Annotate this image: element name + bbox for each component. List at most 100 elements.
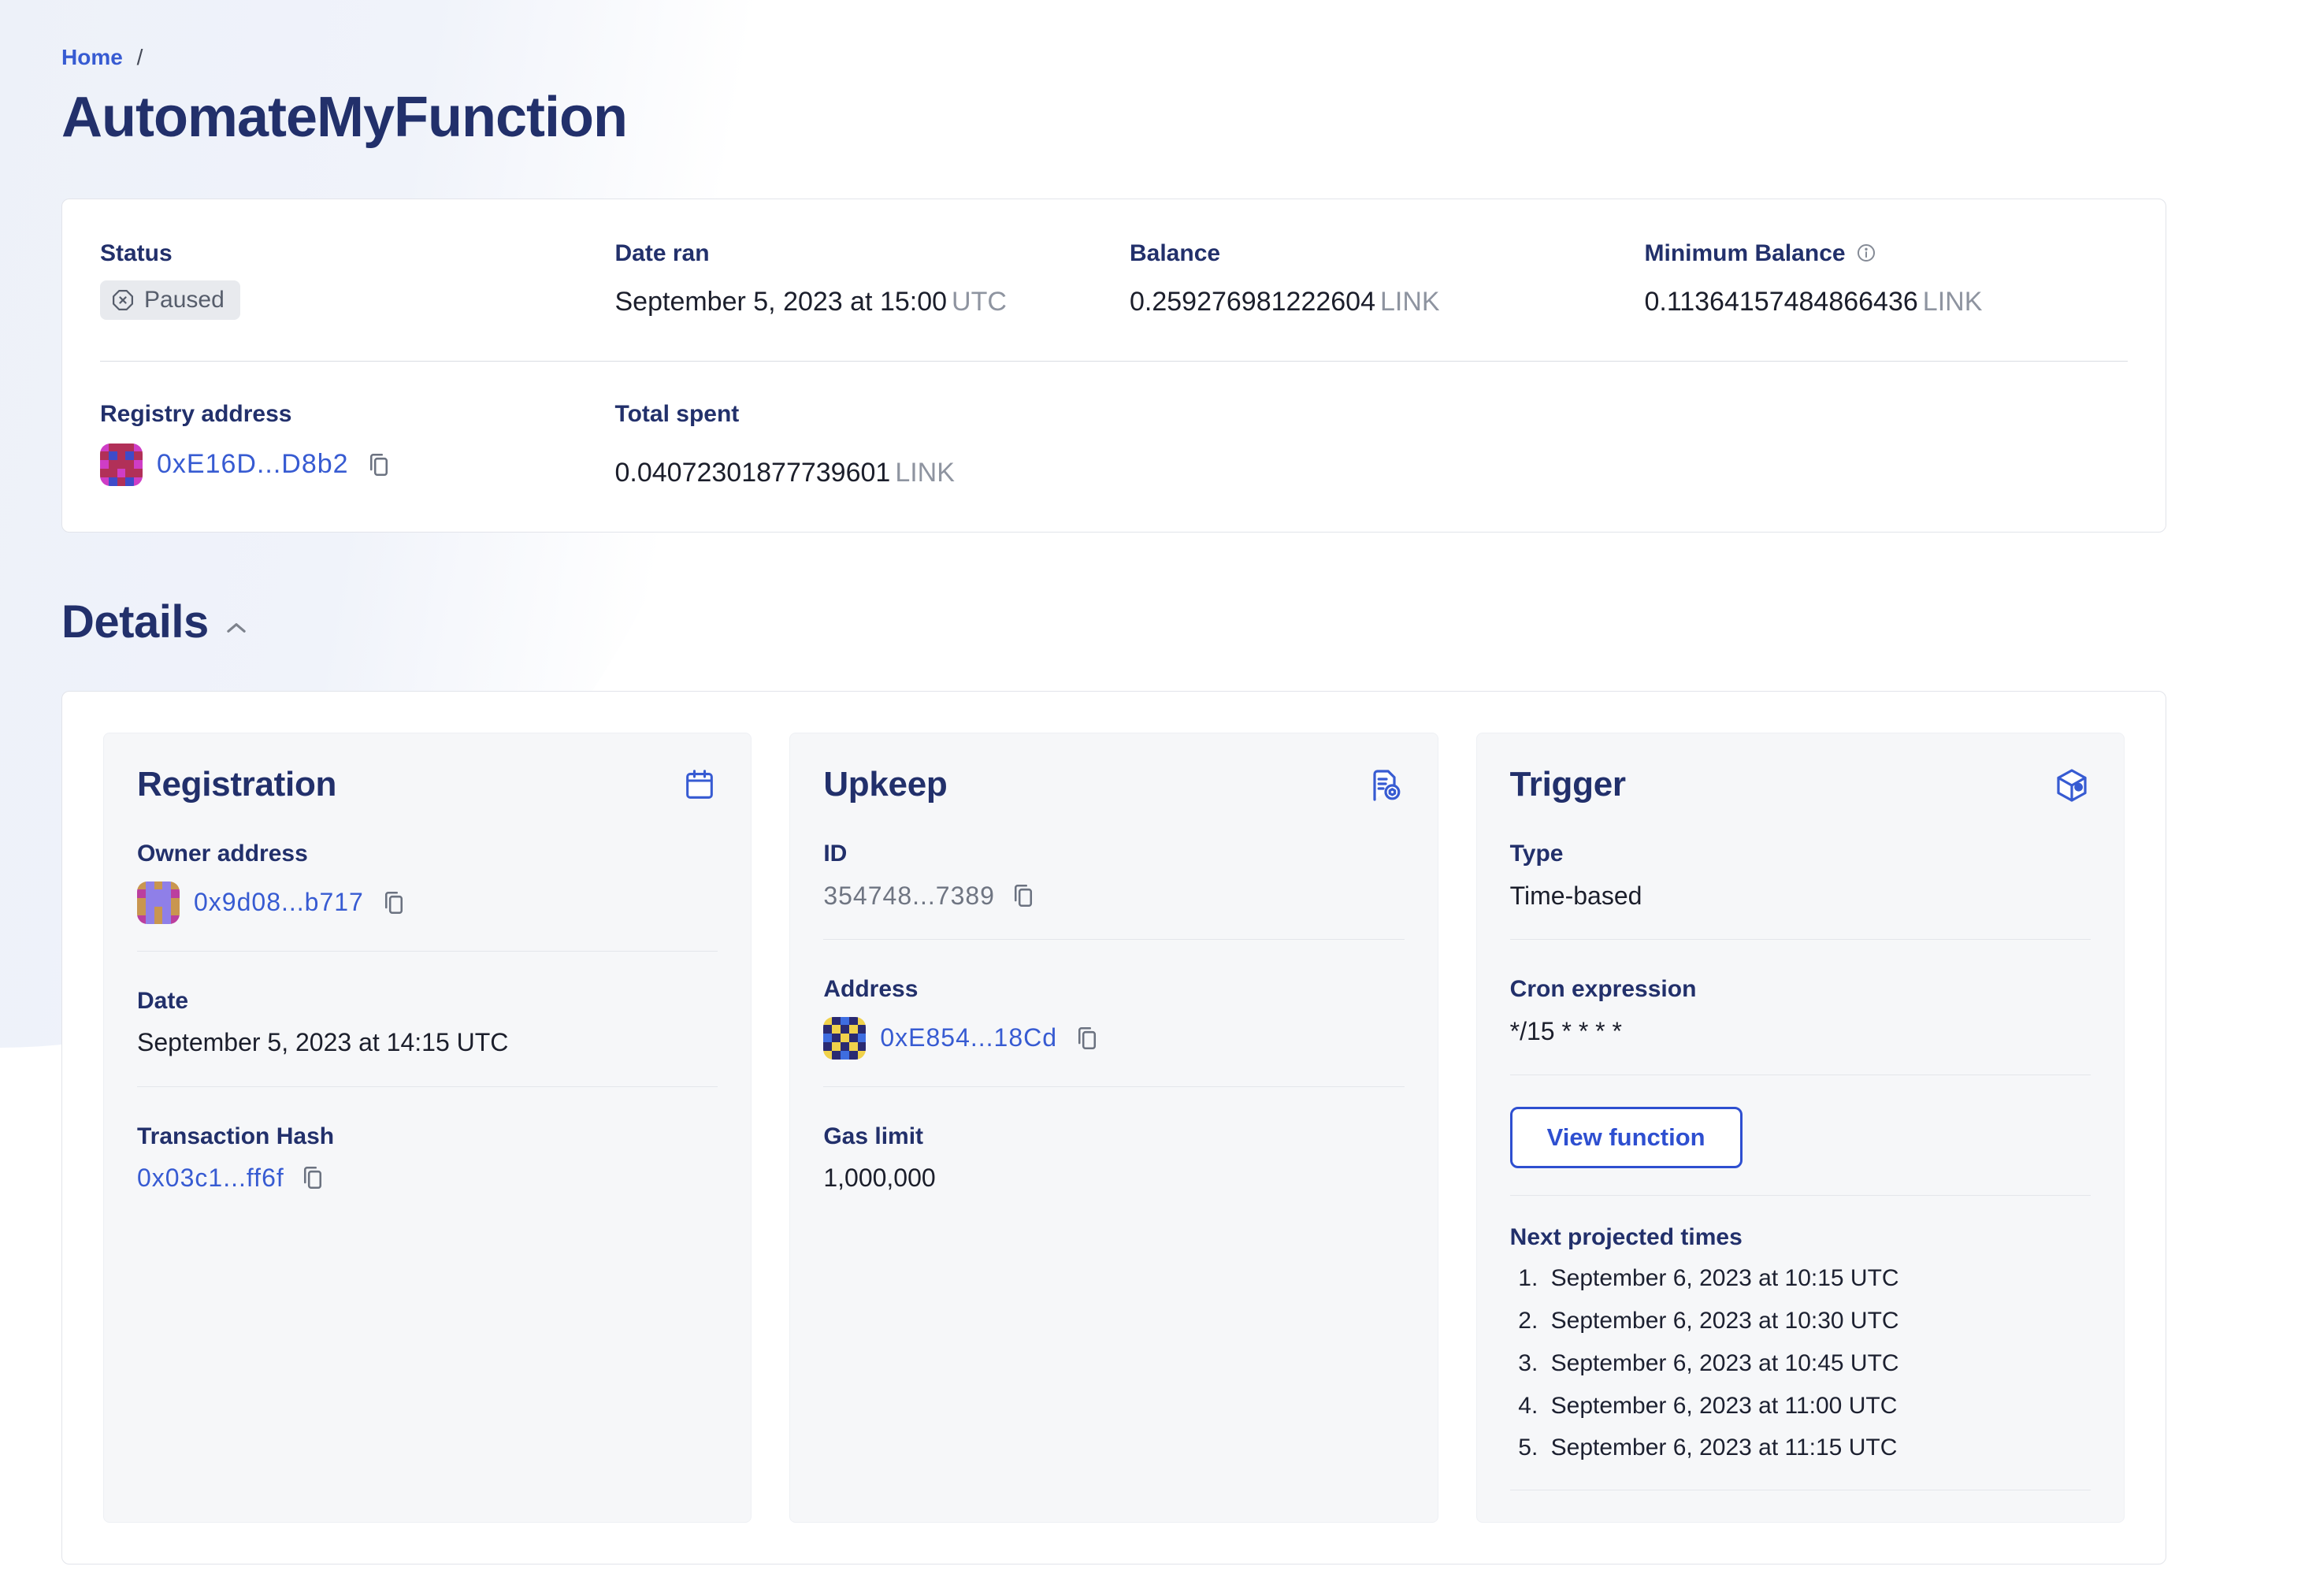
cron-expression-value: */15 * * * * [1509, 1016, 1622, 1045]
copy-transaction-hash-button[interactable] [297, 1162, 328, 1193]
copy-upkeep-address-button[interactable] [1071, 1023, 1103, 1054]
upkeep-address-field: Address 0xE854...18Cd [823, 974, 1404, 1060]
breadcrumb-home-link[interactable]: Home [61, 45, 123, 69]
balance-suffix: LINK [1380, 287, 1440, 317]
projected-time-item: September 6, 2023 at 10:45 UTC [1545, 1349, 2091, 1379]
registration-panel-header: Registration [137, 765, 718, 804]
registry-address-label: Registry address [100, 401, 292, 428]
status-field: Status Paused [100, 239, 584, 321]
total-spent-suffix: LINK [895, 457, 955, 488]
projected-time-item: September 6, 2023 at 11:15 UTC [1545, 1433, 2091, 1463]
cube-icon [2057, 769, 2087, 802]
balance-field: Balance 0.259276981222604 LINK [1130, 239, 1613, 321]
upkeep-panel-header: Upkeep [823, 765, 1404, 804]
panel-divider [823, 939, 1405, 941]
status-label: Status [100, 239, 173, 266]
registry-identicon [100, 443, 143, 486]
summary-card: Status Paused Date ran September 5, 2023… [61, 198, 2166, 533]
transaction-hash-row: 0x03c1...ff6f [137, 1162, 718, 1193]
date-ran-text: September 5, 2023 at 15:00 [614, 287, 948, 317]
owner-address-link[interactable]: 0x9d08...b717 [194, 888, 364, 917]
info-icon[interactable] [1855, 242, 1877, 264]
registration-date-value: September 5, 2023 at 14:15 UTC [137, 1028, 509, 1057]
copy-icon [1014, 885, 1032, 907]
panel-divider [137, 1086, 718, 1087]
breadcrumb-separator: / [136, 45, 143, 69]
registry-address-field: Registry address 0xE16D...D8b2 [100, 399, 584, 489]
owner-address-field: Owner address 0x9d08...b717 [137, 839, 718, 924]
transaction-hash-label: Transaction Hash [137, 1123, 335, 1149]
copy-icon [1078, 1026, 1097, 1049]
registration-panel: Registration Owner address 0x9d08...b717 [103, 733, 752, 1524]
copy-registry-address-button[interactable] [363, 449, 395, 481]
min-balance-field: Minimum Balance 0.11364157484866436 LINK [1645, 239, 2129, 321]
view-function-button[interactable]: View function [1509, 1107, 1743, 1169]
next-projected-times-list: September 6, 2023 at 10:15 UTC September… [1510, 1264, 2091, 1463]
details-header: Details [61, 596, 2166, 648]
registration-date-label: Date [137, 987, 189, 1014]
trigger-type-field: Type Time-based [1510, 839, 2091, 912]
upkeep-id-value: 354748...7389 [823, 881, 995, 910]
registry-address-link[interactable]: 0xE16D...D8b2 [157, 449, 349, 480]
upkeep-title: Upkeep [823, 765, 948, 804]
document-search-icon [1373, 770, 1401, 801]
total-spent-text: 0.04072301877739601 [614, 457, 891, 488]
min-balance-label-text: Minimum Balance [1644, 239, 1846, 266]
page: Home / AutomateMyFunction Status Paused … [0, 0, 2316, 1596]
balance-label: Balance [1130, 239, 1221, 266]
total-spent-field: Total spent 0.04072301877739601 LINK [615, 399, 1099, 489]
min-balance-label: Minimum Balance [1645, 239, 2129, 269]
panel-divider [1509, 939, 2091, 941]
min-balance-suffix: LINK [1922, 287, 1983, 317]
copy-owner-address-button[interactable] [378, 887, 410, 919]
registration-date-field: Date September 5, 2023 at 14:15 UTC [137, 986, 718, 1060]
balance-text: 0.259276981222604 [1130, 287, 1375, 317]
summary-row-1: Status Paused Date ran September 5, 2023… [100, 239, 2128, 321]
calendar-icon [686, 770, 714, 799]
min-balance-value: 0.11364157484866436 LINK [1645, 285, 2129, 319]
trigger-panel: Trigger Type Time-based Cron expression [1475, 733, 2125, 1524]
breadcrumb: Home / [61, 44, 2166, 71]
registration-title: Registration [137, 765, 337, 804]
transaction-hash-link[interactable]: 0x03c1...ff6f [137, 1164, 284, 1193]
registry-address-row: 0xE16D...D8b2 [100, 443, 584, 486]
date-ran-value: September 5, 2023 at 15:00 UTC [615, 285, 1099, 319]
summary-row-2: Registry address 0xE16D...D8b2 Total spe… [100, 399, 2128, 489]
details-collapse-toggle[interactable] [226, 621, 247, 635]
projected-time-item: September 6, 2023 at 11:00 UTC [1545, 1391, 2091, 1421]
upkeep-id-label: ID [823, 841, 848, 867]
upkeep-id-field: ID 354748...7389 [823, 839, 1404, 912]
next-projected-times-label: Next projected times [1509, 1224, 1743, 1251]
upkeep-identicon [823, 1016, 867, 1060]
details-title: Details [61, 596, 209, 648]
upkeep-address-row: 0xE854...18Cd [823, 1016, 1404, 1060]
copy-upkeep-id-button[interactable] [1008, 880, 1039, 911]
status-badge-text: Paused [144, 287, 225, 314]
panel-divider [1509, 1195, 2091, 1197]
cron-expression-field: Cron expression */15 * * * * [1510, 974, 2091, 1048]
upkeep-panel: Upkeep ID 354748...7389 Address 0xE854..… [789, 733, 1438, 1524]
upkeep-address-link[interactable]: 0xE854...18Cd [880, 1023, 1057, 1052]
page-title: AutomateMyFunction [61, 85, 628, 149]
trigger-type-label: Type [1509, 841, 1564, 867]
status-paused-icon [113, 290, 133, 311]
upkeep-id-row: 354748...7389 [823, 880, 1404, 913]
copy-icon [384, 891, 403, 914]
details-card: Registration Owner address 0x9d08...b717 [61, 691, 2166, 1565]
status-badge: Paused [100, 280, 240, 321]
projected-time-item: September 6, 2023 at 10:30 UTC [1545, 1306, 2091, 1336]
upkeep-address-label: Address [823, 976, 919, 1003]
date-ran-suffix: UTC [952, 287, 1007, 317]
total-spent-value: 0.04072301877739601 LINK [615, 456, 1099, 490]
cron-expression-label: Cron expression [1509, 976, 1697, 1003]
chevron-up-icon [227, 622, 246, 633]
min-balance-text: 0.11364157484866436 [1644, 287, 1918, 317]
projected-time-item: September 6, 2023 at 10:15 UTC [1545, 1264, 2091, 1294]
trigger-panel-header: Trigger [1510, 765, 2091, 804]
total-spent-label: Total spent [614, 401, 740, 428]
panel-divider [823, 1086, 1405, 1087]
owner-address-label: Owner address [137, 841, 308, 867]
gas-limit-field: Gas limit 1,000,000 [823, 1122, 1404, 1195]
owner-identicon [137, 881, 180, 924]
trigger-title: Trigger [1509, 765, 1626, 804]
